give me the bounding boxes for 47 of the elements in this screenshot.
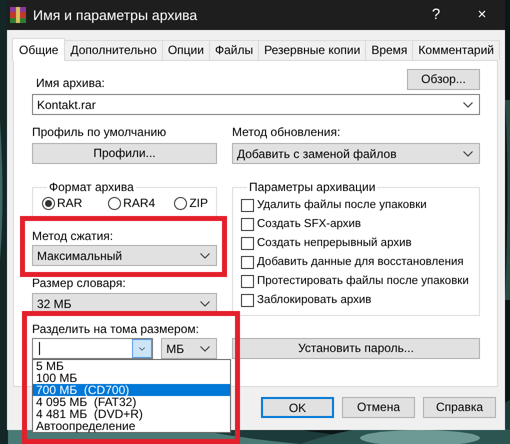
option-checkbox[interactable]: Создать непрерывный архив — [241, 234, 471, 253]
chevron-down-icon — [463, 150, 473, 156]
field-label: Профиль по умолчанию — [32, 125, 168, 139]
update-method-dropdown[interactable]: Добавить с заменой файлов — [232, 143, 480, 164]
tab[interactable]: Общие — [12, 38, 66, 61]
dropdown-item[interactable]: 5 МБ — [33, 360, 230, 372]
dropdown-item[interactable]: 100 МБ — [33, 372, 230, 384]
archive-name-field[interactable]: Kontakt.rar — [32, 94, 480, 115]
field-label: Метод сжатия: — [32, 229, 114, 243]
option-checkbox[interactable]: Протестировать файлы после упаковки — [241, 272, 471, 291]
format-radio[interactable]: ZIP — [174, 194, 208, 212]
set-password-button[interactable]: Установить пароль... — [232, 338, 480, 359]
tab[interactable]: Комментарий — [412, 40, 500, 60]
format-radio[interactable]: RAR4 — [108, 194, 158, 212]
group-label: Формат архива — [48, 180, 135, 194]
help-button[interactable]: ? — [413, 0, 459, 30]
unit-dropdown[interactable]: МБ — [161, 338, 217, 359]
option-checkbox[interactable]: Создать SFX-архив — [241, 215, 471, 234]
chevron-down-icon — [200, 346, 210, 352]
option-checkbox[interactable]: Добавить данные для восстановления — [241, 253, 471, 272]
field-label: Разделить на тома размером: — [32, 322, 200, 336]
chevron-down-icon — [200, 252, 210, 258]
option-checkbox[interactable]: Удалить файлы после упаковки — [241, 196, 471, 215]
split-size-field[interactable] — [32, 338, 154, 359]
field-label: Размер словаря: — [32, 276, 127, 290]
browse-button[interactable]: Обзор... — [407, 69, 480, 90]
dialog-button[interactable]: OK — [261, 397, 334, 418]
compression-method-dropdown[interactable]: Максимальный — [32, 245, 217, 266]
dropdown-item[interactable]: 700 МБ (CD700) — [33, 384, 230, 396]
chevron-down-icon — [139, 346, 146, 352]
dropdown-item[interactable]: 4 481 МБ (DVD+R) — [33, 408, 230, 420]
dialog-button[interactable]: Отмена — [342, 397, 415, 418]
window-title: Имя и параметры архива — [33, 6, 198, 25]
option-checkbox[interactable]: Заблокировать архив — [241, 291, 471, 310]
dropdown-item[interactable]: 4 095 МБ (FAT32) — [33, 396, 230, 408]
text-cursor — [39, 342, 40, 355]
dropdown-item[interactable]: Автоопределение — [33, 420, 230, 432]
dialog-button[interactable]: Справка — [423, 397, 496, 418]
chevron-down-icon — [463, 102, 473, 108]
close-button[interactable]: × — [459, 0, 505, 30]
format-radio[interactable]: RAR — [42, 194, 92, 212]
field-label: Имя архива: — [36, 76, 105, 90]
profiles-button[interactable]: Профили... — [32, 143, 217, 164]
app-icon — [10, 7, 26, 23]
chevron-down-icon — [200, 300, 210, 306]
group-label: Параметры архивации — [248, 180, 376, 194]
field-label: Метод обновления: — [232, 125, 342, 139]
